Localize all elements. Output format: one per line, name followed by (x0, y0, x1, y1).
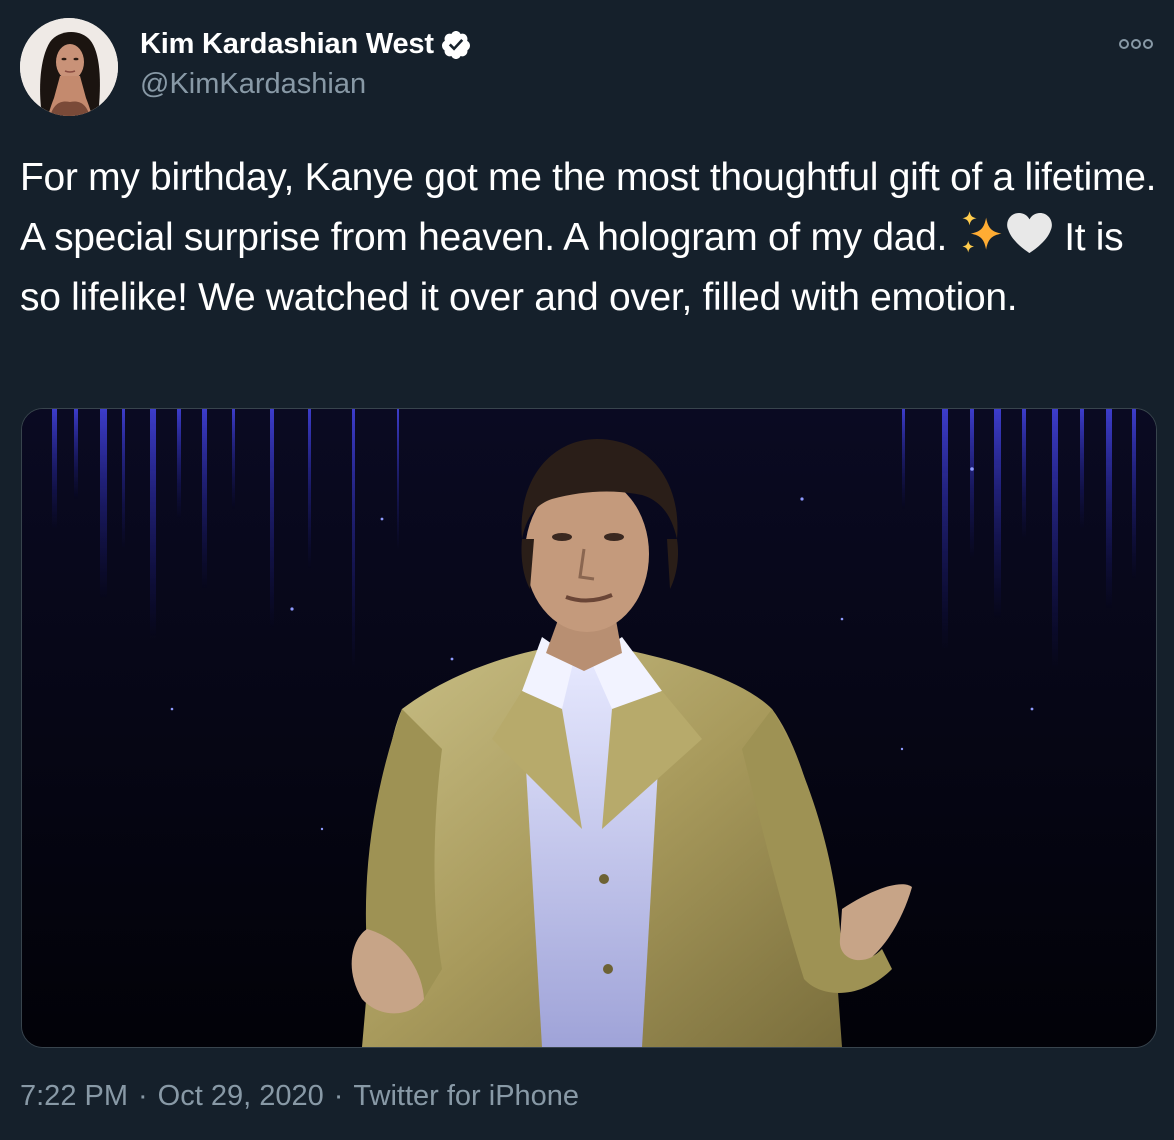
tweet-meta: 7:22 PM · Oct 29, 2020 · Twitter for iPh… (20, 1080, 579, 1113)
tweet-media-video[interactable] (21, 408, 1157, 1048)
hologram-video-frame (22, 409, 1156, 1047)
white-heart-emoji (1006, 212, 1052, 254)
tweet-time[interactable]: 7:22 PM (20, 1080, 128, 1113)
meta-separator: · (138, 1080, 148, 1112)
tweet-text: For my birthday, Kanye got me the most t… (20, 148, 1160, 328)
sparkles-emoji (962, 211, 1002, 253)
author-handle[interactable]: @KimKardashian (140, 68, 366, 101)
meta-separator: · (333, 1080, 344, 1112)
more-options-icon (1119, 39, 1153, 49)
verified-badge-icon (441, 30, 470, 59)
author-name-row: Kim Kardashian West (140, 28, 472, 61)
tweet-source[interactable]: Twitter for iPhone (353, 1080, 579, 1113)
avatar-image (20, 18, 118, 116)
author-display-name[interactable]: Kim Kardashian West (140, 28, 434, 61)
author-avatar[interactable] (20, 18, 118, 116)
tweet-date[interactable]: Oct 29, 2020 (158, 1080, 324, 1113)
tweet-card: Kim Kardashian West @KimKardashian For m… (0, 0, 1174, 1140)
more-options-button[interactable] (1116, 32, 1156, 56)
